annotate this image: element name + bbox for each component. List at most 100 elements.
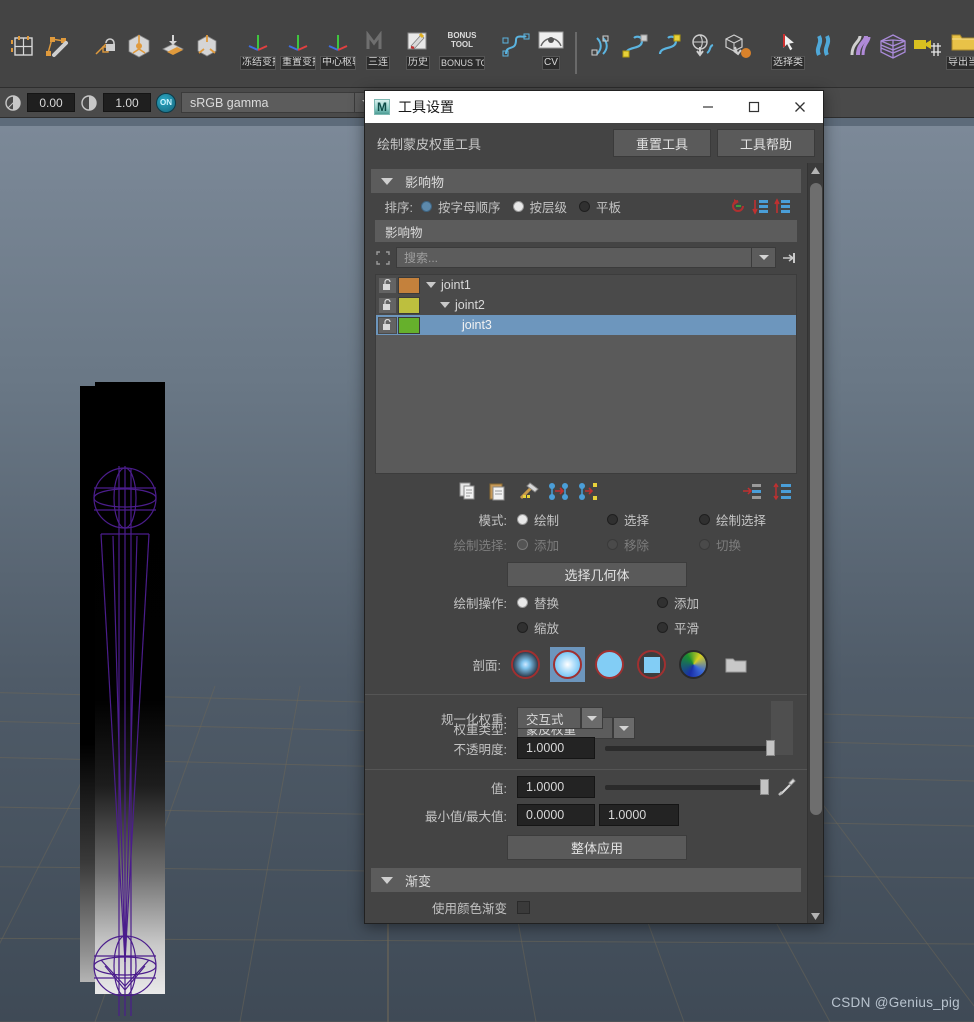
mode-option-paint-select[interactable]: 绘制选择	[699, 510, 766, 529]
search-input[interactable]	[397, 250, 751, 265]
min-value-field[interactable]: 0.0000	[517, 804, 595, 826]
table-row[interactable]: joint2	[376, 295, 796, 315]
arc-tool-icon[interactable]	[584, 18, 618, 74]
list-sort-icon[interactable]	[767, 480, 797, 502]
paint-operation-add[interactable]: 添加	[657, 593, 699, 612]
influence-tree[interactable]: joint1 joint2 joint3	[375, 274, 797, 474]
slider-knob[interactable]	[760, 779, 769, 795]
scroll-up-arrow[interactable]	[811, 163, 820, 177]
joint-end-marker[interactable]	[75, 956, 205, 1022]
refresh-icon[interactable]	[730, 198, 747, 215]
grid-snap-icon[interactable]	[6, 18, 40, 74]
influence-color-swatch[interactable]	[398, 316, 420, 334]
weight-hammer-icon[interactable]	[513, 480, 543, 502]
sort-option-flat[interactable]: 平板	[579, 197, 621, 216]
pin-panel-icon[interactable]	[781, 250, 797, 266]
eyedropper-icon[interactable]	[777, 777, 797, 797]
move-weights-icon[interactable]	[543, 480, 573, 502]
profile-browse-button[interactable]	[718, 647, 753, 682]
use-color-ramp-checkbox[interactable]	[517, 901, 530, 914]
bonus-tool-icon[interactable]: BONUSTOOL BONUS TOOL SENEi	[438, 18, 486, 74]
copy-vertex-weights-icon[interactable]	[573, 480, 603, 502]
scroll-down-arrow[interactable]	[811, 909, 820, 923]
curve-on-surface-icon[interactable]	[686, 18, 720, 74]
freeze-transform-icon[interactable]: 冻结变换	[238, 18, 278, 74]
pencil-curve-icon[interactable]	[652, 18, 686, 74]
search-chevron-down-icon[interactable]	[751, 248, 775, 267]
paint-operation-replace[interactable]: 替换	[517, 593, 657, 612]
blue-ribbon-icon[interactable]	[808, 18, 842, 74]
purple-ribbon-icon[interactable]	[842, 18, 876, 74]
opacity-slider[interactable]	[605, 738, 775, 758]
triple-icon[interactable]: 三连	[358, 18, 398, 74]
paint-operation-scale[interactable]: 缩放	[517, 618, 657, 637]
curve-editor-icon[interactable]	[500, 18, 534, 74]
normalize-dropdown[interactable]: 交互式	[517, 707, 581, 729]
lock-icon[interactable]	[378, 296, 397, 314]
scroll-track[interactable]	[808, 177, 824, 909]
sort-option-hierarchy[interactable]: 按层级	[512, 197, 567, 216]
project-curve-icon[interactable]	[720, 18, 754, 74]
snap-to-pivot-icon[interactable]	[190, 18, 224, 74]
profile-brush-gaussian[interactable]	[508, 647, 543, 682]
make-live-icon[interactable]	[40, 18, 74, 74]
color-management-toggle[interactable]: ON	[156, 92, 176, 113]
lock-icon[interactable]	[378, 316, 397, 334]
expand-triangle-icon[interactable]	[426, 282, 436, 288]
section-gradient-header[interactable]: 渐变	[371, 868, 801, 892]
camera-grid-icon[interactable]	[910, 18, 944, 74]
flood-button[interactable]: 整体应用	[507, 835, 687, 860]
mode-option-select[interactable]: 选择	[607, 510, 699, 529]
colorspace-dropdown[interactable]: sRGB gamma	[181, 92, 379, 113]
ep-curve-icon[interactable]	[618, 18, 652, 74]
profile-brush-solid[interactable]	[592, 647, 627, 682]
cv-curve-icon[interactable]: CV	[534, 18, 568, 74]
select-geometry-button[interactable]: 选择几何体	[507, 562, 687, 587]
snap-to-projected-center-icon[interactable]	[156, 18, 190, 74]
show-influenced-icon[interactable]	[737, 480, 767, 502]
slider-knob[interactable]	[766, 740, 775, 756]
lattice-icon[interactable]	[876, 18, 910, 74]
normalize-chevron-down-icon[interactable]	[581, 707, 603, 729]
export-current-icon[interactable]: 导出当i	[944, 18, 974, 74]
sort-option-alphabetical[interactable]: 按字母顺序	[421, 197, 501, 216]
minimize-button[interactable]	[685, 91, 731, 123]
history-icon[interactable]: 历史	[398, 18, 438, 74]
reset-transform-icon[interactable]: 重置变换	[278, 18, 318, 74]
paint-operation-smooth[interactable]: 平滑	[657, 618, 699, 637]
mode-option-paint[interactable]: 绘制	[517, 510, 607, 529]
sort-ascending-icon[interactable]	[774, 198, 791, 215]
influence-color-swatch[interactable]	[398, 296, 420, 314]
influence-color-swatch[interactable]	[398, 276, 420, 294]
exposure-value[interactable]: 0.00	[27, 93, 75, 112]
maximize-button[interactable]	[731, 91, 777, 123]
selection-type-icon[interactable]: 选择类	[768, 18, 808, 74]
dialog-scrollbar[interactable]	[807, 163, 823, 923]
gamma-value[interactable]: 1.00	[103, 93, 151, 112]
table-row[interactable]: joint1	[376, 275, 796, 295]
joint-skeleton[interactable]	[75, 376, 205, 996]
dialog-titlebar[interactable]: M 工具设置	[365, 91, 823, 123]
sort-descending-icon[interactable]	[752, 198, 769, 215]
profile-brush-custom[interactable]	[676, 647, 711, 682]
weight-type-chevron-down-icon[interactable]	[613, 717, 635, 739]
lock-icon[interactable]	[378, 276, 397, 294]
influence-search-box[interactable]	[396, 247, 776, 268]
copy-weights-icon[interactable]	[453, 480, 483, 502]
reset-tool-button[interactable]: 重置工具	[612, 129, 711, 157]
table-row[interactable]: joint3	[376, 315, 796, 335]
snap-to-point-icon[interactable]	[88, 18, 122, 74]
tool-help-button[interactable]: 工具帮助	[716, 129, 815, 157]
value-slider[interactable]	[605, 777, 769, 797]
close-button[interactable]	[777, 91, 823, 123]
center-pivot-icon[interactable]: 中心枢轴	[318, 18, 358, 74]
opacity-value-field[interactable]: 1.0000	[517, 737, 595, 759]
scroll-thumb[interactable]	[809, 183, 822, 815]
select-all-icon[interactable]	[375, 250, 391, 266]
expand-triangle-icon[interactable]	[440, 302, 450, 308]
snap-to-view-plane-icon[interactable]	[122, 18, 156, 74]
section-influence-header[interactable]: 影响物	[371, 169, 801, 193]
profile-brush-soft[interactable]	[550, 647, 585, 682]
paste-weights-icon[interactable]	[483, 480, 513, 502]
value-field[interactable]: 1.0000	[517, 776, 595, 798]
